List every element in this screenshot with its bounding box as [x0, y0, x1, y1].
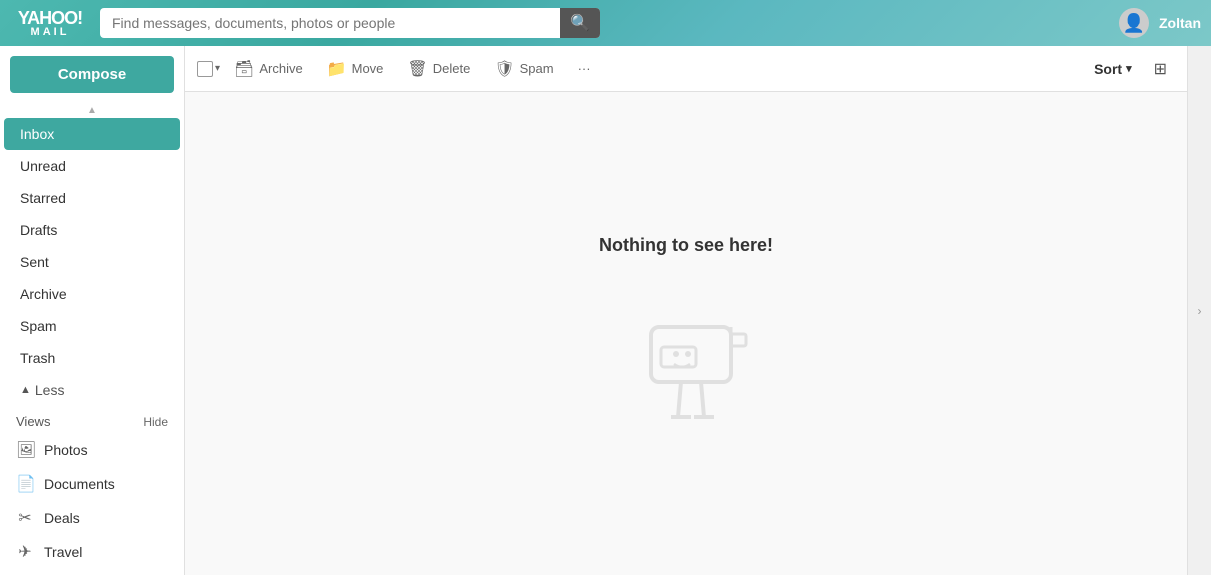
search-button[interactable]: 🔍	[560, 8, 600, 38]
sidebar-item-starred[interactable]: Starred	[4, 182, 180, 214]
email-list: Nothing to see here!	[185, 92, 1187, 575]
archive-button[interactable]: 🗃 Archive	[224, 54, 313, 84]
hide-button[interactable]: Hide	[143, 415, 168, 429]
travel-icon: ✈	[16, 542, 34, 562]
more-button[interactable]: ···	[568, 56, 601, 81]
toolbar-left: ▾	[197, 61, 220, 77]
sidebar-item-drafts[interactable]: Drafts	[4, 214, 180, 246]
sort-label: Sort	[1094, 61, 1122, 77]
sidebar-item-documents[interactable]: 📄 Documents	[0, 467, 184, 501]
search-bar: 🔍	[100, 8, 600, 38]
checkbox-chevron-icon: ▾	[215, 63, 220, 74]
header: YAHOO! MAIL 🔍 👤 Zoltan	[0, 0, 1211, 46]
move-label: Move	[352, 61, 384, 76]
sidebar-scroll: ▲ Inbox Unread Starred Drafts Sent Archi…	[0, 103, 184, 575]
chevron-up-icon: ▲	[20, 384, 31, 396]
app-body: Compose ▲ Inbox Unread Starred Drafts Se…	[0, 46, 1211, 575]
sidebar-item-photos[interactable]: 🖼 Photos	[0, 433, 184, 467]
logo: YAHOO! MAIL	[10, 9, 90, 38]
sidebar-item-sent[interactable]: Sent	[4, 246, 180, 278]
sidebar-item-travel[interactable]: ✈ Travel	[0, 535, 184, 569]
right-panel-toggle[interactable]: ›	[1187, 46, 1211, 575]
spam-icon: 🛡	[494, 59, 514, 79]
sidebar-item-unread[interactable]: Unread	[4, 150, 180, 182]
sidebar-item-archive[interactable]: Archive	[4, 278, 180, 310]
delete-icon: 🗑	[407, 59, 427, 79]
sidebar-item-deals[interactable]: ✂ Deals	[0, 501, 184, 535]
sidebar-item-inbox[interactable]: Inbox	[4, 118, 180, 150]
move-button[interactable]: 📁 Move	[317, 54, 394, 84]
compose-button[interactable]: Compose	[10, 56, 174, 93]
grid-view-button[interactable]: ⊞	[1146, 54, 1175, 84]
empty-state-illustration	[606, 272, 766, 432]
sort-chevron-icon: ▾	[1126, 62, 1132, 75]
grid-icon: ⊞	[1154, 61, 1167, 78]
views-section-header: Views Hide	[0, 406, 184, 433]
delete-button[interactable]: 🗑 Delete	[397, 54, 480, 84]
search-input[interactable]	[100, 15, 560, 31]
toolbar: ▾ 🗃 Archive 📁 Move 🗑 Delete 🛡 Spam ···	[185, 46, 1187, 92]
right-chevron-icon: ›	[1198, 304, 1202, 318]
username-label: Zoltan	[1159, 15, 1201, 31]
checkbox	[197, 61, 213, 77]
more-label: ···	[578, 61, 591, 76]
sort-button[interactable]: Sort ▾	[1084, 56, 1142, 82]
photos-icon: 🖼	[16, 440, 34, 460]
select-all-checkbox[interactable]: ▾	[197, 61, 220, 77]
main-content: ▾ 🗃 Archive 📁 Move 🗑 Delete 🛡 Spam ···	[185, 46, 1187, 575]
avatar: 👤	[1119, 8, 1149, 38]
archive-label: Archive	[259, 61, 302, 76]
views-label: Views	[16, 414, 50, 429]
scroll-indicator-top: ▲	[0, 103, 184, 118]
header-right: 👤 Zoltan	[1119, 8, 1201, 38]
empty-state-message: Nothing to see here!	[599, 235, 773, 256]
less-toggle[interactable]: ▲ Less	[4, 374, 180, 406]
sidebar-item-tutorials[interactable]: ❓ Tutorials	[0, 569, 184, 575]
delete-label: Delete	[433, 61, 471, 76]
documents-icon: 📄	[16, 474, 34, 494]
sidebar-item-spam[interactable]: Spam	[4, 310, 180, 342]
archive-icon: 🗃	[234, 59, 254, 79]
search-icon: 🔍	[570, 13, 590, 33]
sidebar: Compose ▲ Inbox Unread Starred Drafts Se…	[0, 46, 185, 575]
move-icon: 📁	[327, 59, 347, 79]
spam-label: Spam	[520, 61, 554, 76]
spam-button[interactable]: 🛡 Spam	[484, 54, 563, 84]
sidebar-item-trash[interactable]: Trash	[4, 342, 180, 374]
deals-icon: ✂	[16, 508, 34, 528]
empty-state: Nothing to see here!	[579, 215, 793, 452]
